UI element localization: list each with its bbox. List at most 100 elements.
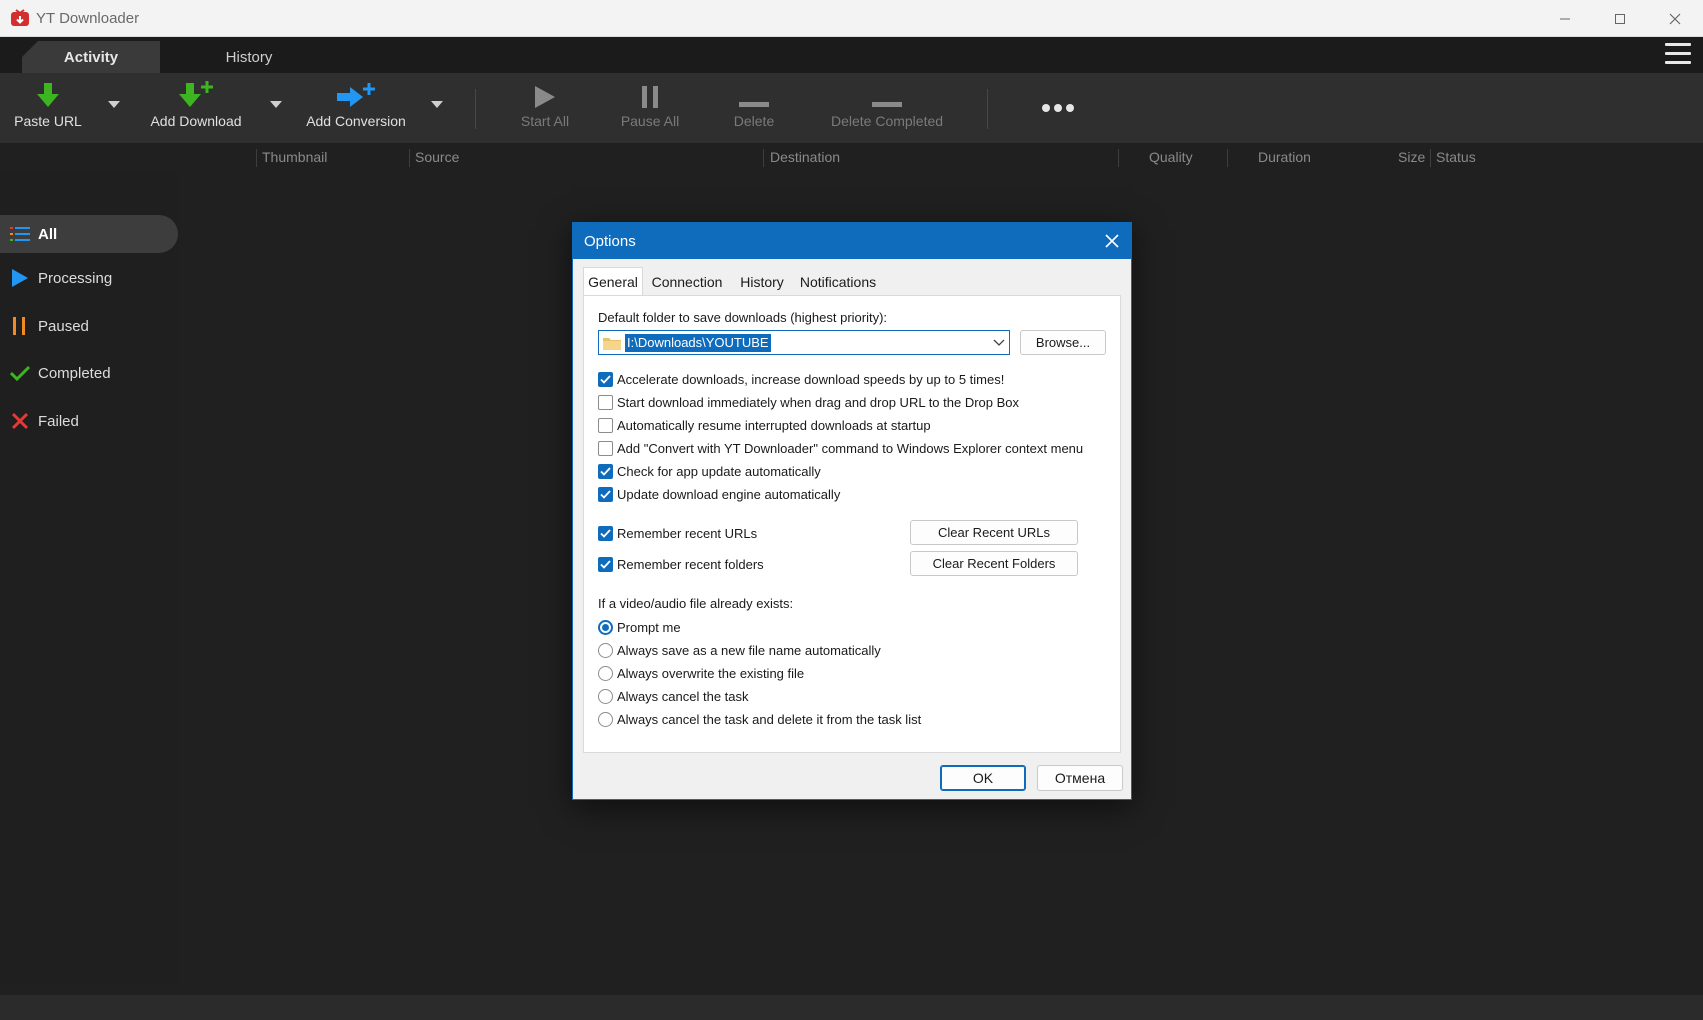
column-size[interactable]: Size <box>1398 149 1425 165</box>
radio-label: Prompt me <box>617 619 681 635</box>
radio-button[interactable] <box>598 619 613 635</box>
checkbox[interactable] <box>598 371 613 387</box>
clear-recent-urls-button[interactable]: Clear Recent URLs <box>910 520 1078 545</box>
checkbox[interactable] <box>598 556 613 572</box>
radio-cancel-task[interactable]: Always cancel the task <box>598 687 749 705</box>
check-icon <box>10 365 30 381</box>
more-button[interactable] <box>1038 73 1078 143</box>
sidebar-item-completed[interactable]: Completed <box>0 354 178 392</box>
checkbox[interactable] <box>598 417 613 433</box>
tab-general[interactable]: General <box>583 267 643 296</box>
add-download-button[interactable]: Add Download <box>146 73 246 143</box>
option-remember-folders[interactable]: Remember recent folders <box>598 555 764 573</box>
checkbox[interactable] <box>598 394 613 410</box>
column-separator <box>1227 149 1228 167</box>
sidebar-item-processing[interactable]: Processing <box>0 259 178 297</box>
radio-button[interactable] <box>598 711 613 727</box>
column-status[interactable]: Status <box>1436 149 1476 165</box>
column-thumbnail[interactable]: Thumbnail <box>262 149 327 165</box>
radio-button[interactable] <box>598 665 613 681</box>
main-tab-bar: Activity History <box>0 37 1703 73</box>
play-icon <box>12 269 28 287</box>
general-tab-panel: Default folder to save downloads (highes… <box>583 295 1121 753</box>
chevron-down-icon[interactable] <box>993 339 1005 347</box>
dialog-close-icon[interactable] <box>1103 232 1121 250</box>
maximize-button[interactable] <box>1592 0 1648 37</box>
pause-all-button[interactable]: Pause All <box>614 73 686 143</box>
checkbox[interactable] <box>598 463 613 479</box>
browse-button[interactable]: Browse... <box>1020 330 1106 355</box>
close-button[interactable] <box>1647 0 1703 37</box>
checkbox[interactable] <box>598 486 613 502</box>
option-context-menu[interactable]: Add "Convert with YT Downloader" command… <box>598 439 1083 457</box>
radio-overwrite[interactable]: Always overwrite the existing file <box>598 664 804 682</box>
tab-history[interactable]: History <box>737 270 787 294</box>
clear-recent-folders-button[interactable]: Clear Recent Folders <box>910 551 1078 576</box>
column-separator <box>763 149 764 167</box>
paste-url-button[interactable]: Paste URL <box>10 73 86 143</box>
option-engine-update[interactable]: Update download engine automatically <box>598 485 840 503</box>
radio-label: Always cancel the task <box>617 688 749 704</box>
close-icon <box>1669 13 1681 24</box>
sidebar-item-label: All <box>38 225 58 243</box>
pause-icon <box>642 86 658 108</box>
task-list-header: Thumbnail Source Destination Quality Dur… <box>0 143 1703 173</box>
add-download-dropdown-icon[interactable] <box>270 101 282 109</box>
default-folder-combobox[interactable]: I:\Downloads\YOUTUBE <box>598 330 1010 355</box>
option-label: Check for app update automatically <box>617 463 821 479</box>
option-label: Accelerate downloads, increase download … <box>617 371 1005 387</box>
add-conversion-label: Add Conversion <box>306 113 406 129</box>
delete-completed-label: Delete Completed <box>830 113 944 129</box>
hamburger-line <box>1665 61 1691 64</box>
tab-history[interactable]: History <box>178 41 320 73</box>
hamburger-line <box>1665 52 1691 55</box>
column-quality[interactable]: Quality <box>1149 149 1193 165</box>
column-destination[interactable]: Destination <box>770 149 840 165</box>
sidebar-item-all[interactable]: All <box>0 215 178 253</box>
add-conversion-icon <box>337 83 375 107</box>
start-all-button[interactable]: Start All <box>514 73 576 143</box>
options-dialog: Options General Connection History Notif… <box>572 222 1132 800</box>
default-folder-value[interactable]: I:\Downloads\YOUTUBE <box>625 334 771 352</box>
app-logo-icon <box>11 9 29 26</box>
list-icon <box>10 227 30 241</box>
sidebar-item-label: Failed <box>38 412 79 430</box>
tab-activity[interactable]: Activity <box>22 41 160 73</box>
cancel-button[interactable]: Отмена <box>1037 765 1123 791</box>
checkbox[interactable] <box>598 525 613 541</box>
radio-new-name[interactable]: Always save as a new file name automatic… <box>598 641 881 659</box>
radio-cancel-delete[interactable]: Always cancel the task and delete it fro… <box>598 710 921 728</box>
delete-button[interactable]: Delete <box>726 73 782 143</box>
delete-completed-button[interactable]: Delete Completed <box>826 73 948 143</box>
status-bar <box>0 995 1703 1020</box>
radio-button[interactable] <box>598 642 613 658</box>
radio-button[interactable] <box>598 688 613 704</box>
checkbox[interactable] <box>598 440 613 456</box>
option-app-update[interactable]: Check for app update automatically <box>598 462 821 480</box>
add-conversion-dropdown-icon[interactable] <box>431 101 443 109</box>
ok-button[interactable]: OK <box>940 765 1026 791</box>
option-accelerate[interactable]: Accelerate downloads, increase download … <box>598 370 1004 388</box>
option-auto-resume[interactable]: Automatically resume interrupted downloa… <box>598 416 931 434</box>
sidebar-item-failed[interactable]: Failed <box>0 402 178 440</box>
add-conversion-button[interactable]: Add Conversion <box>302 73 410 143</box>
option-remember-urls[interactable]: Remember recent URLs <box>598 524 757 542</box>
radio-prompt-me[interactable]: Prompt me <box>598 618 681 636</box>
tab-connection[interactable]: Connection <box>647 270 727 294</box>
hamburger-icon <box>1665 43 1691 46</box>
sidebar-item-paused[interactable]: Paused <box>0 307 178 345</box>
menu-button[interactable] <box>1665 43 1691 67</box>
column-duration[interactable]: Duration <box>1258 149 1311 165</box>
paste-url-dropdown-icon[interactable] <box>108 101 120 109</box>
tab-notifications[interactable]: Notifications <box>795 270 881 294</box>
download-arrow-icon <box>37 83 59 107</box>
option-start-immediately[interactable]: Start download immediately when drag and… <box>598 393 1019 411</box>
pause-all-label: Pause All <box>620 113 680 129</box>
minimize-button[interactable] <box>1537 0 1593 37</box>
option-label: Remember recent folders <box>617 556 764 572</box>
radio-label: Always overwrite the existing file <box>617 665 805 681</box>
option-label: Automatically resume interrupted downloa… <box>617 417 931 433</box>
radio-label: Always save as a new file name automatic… <box>617 642 881 658</box>
column-source[interactable]: Source <box>415 149 459 165</box>
option-label: Start download immediately when drag and… <box>617 394 1020 410</box>
